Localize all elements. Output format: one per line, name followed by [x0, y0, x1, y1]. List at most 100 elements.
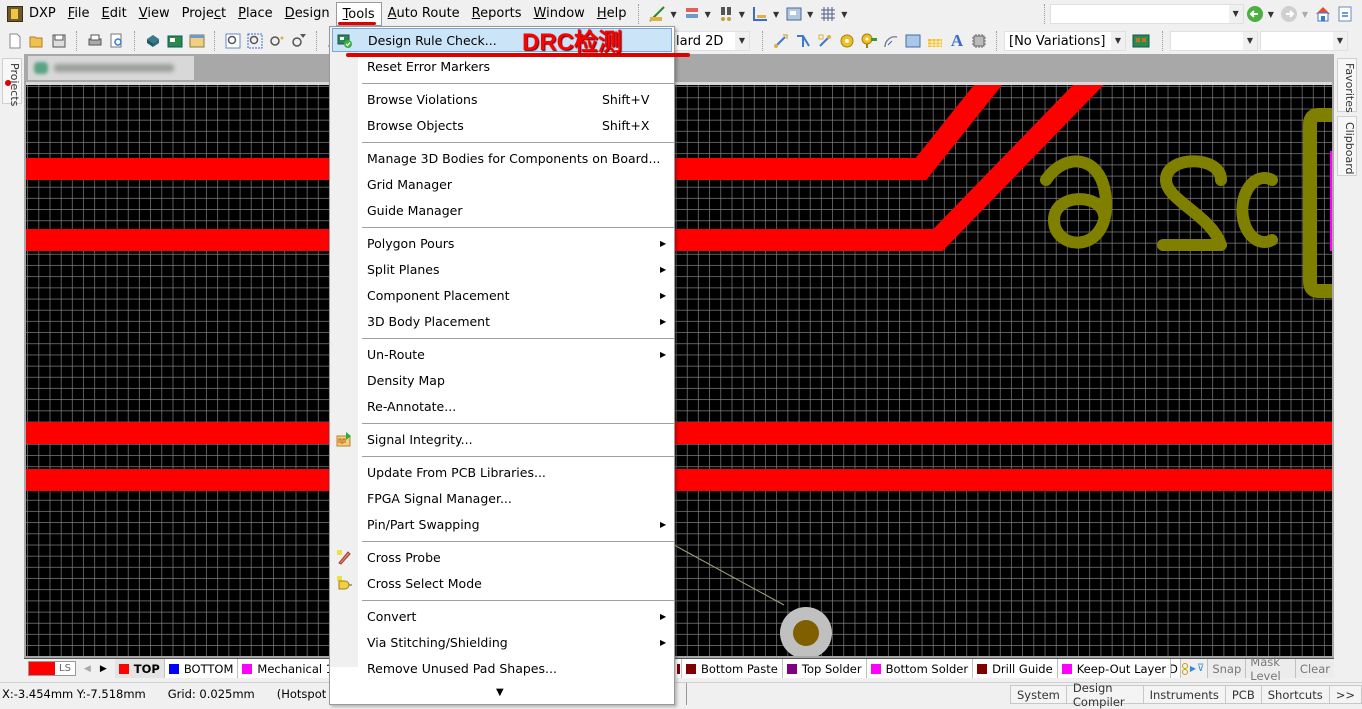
chevron-down-icon[interactable]: ▼ — [1228, 5, 1243, 23]
menu-item-update-from-pcb-libraries[interactable]: Update From PCB Libraries... — [332, 460, 672, 484]
pcb-canvas-svg[interactable] — [26, 85, 1332, 656]
panel-button-pcb[interactable]: PCB — [1224, 685, 1262, 704]
place-arc-icon[interactable] — [882, 32, 900, 50]
menu-item-component-placement[interactable]: Component Placement ▶ — [332, 283, 672, 307]
print-icon[interactable] — [86, 32, 104, 50]
menu-item-signal-integrity[interactable]: Signal Integrity... — [332, 427, 672, 451]
menu-edit[interactable]: Edit — [96, 2, 133, 26]
open-folder-icon[interactable] — [28, 32, 46, 50]
dropdown-arrow-icon[interactable]: ▼ — [807, 10, 813, 19]
place-fill-icon[interactable] — [904, 32, 922, 50]
dimension-tool-icon[interactable] — [751, 5, 769, 23]
layer-visibility-icon[interactable] — [1181, 662, 1189, 676]
menu-item-manage-3d-bodies-for-components-on-board[interactable]: Manage 3D Bodies for Components on Board… — [332, 146, 672, 170]
panel-button-more[interactable]: >> — [1328, 685, 1362, 704]
align-tool-icon[interactable] — [683, 5, 701, 23]
menu-item-split-planes[interactable]: Split Planes ▶ — [332, 257, 672, 281]
trace-top-4[interactable] — [26, 469, 1332, 491]
board-icon[interactable] — [166, 32, 184, 50]
mask-level-button[interactable]: Mask Level — [1245, 655, 1295, 683]
variant-manager-icon[interactable] — [1132, 32, 1150, 50]
variations-combo[interactable]: [No Variations] ▼ — [1004, 31, 1126, 51]
3d-view-icon[interactable] — [144, 32, 162, 50]
save-icon[interactable] — [50, 32, 68, 50]
layer-tab-bottom[interactable]: BOTTOM — [164, 659, 239, 678]
address-combo[interactable]: ▼ — [1049, 4, 1244, 24]
zoom-selected-icon[interactable] — [268, 32, 286, 50]
menu-view[interactable]: View — [133, 2, 176, 26]
menu-item-via-stitching-shielding[interactable]: Via Stitching/Shielding ▶ — [332, 630, 672, 654]
home-icon[interactable] — [1314, 5, 1332, 23]
menu-item-polygon-pours[interactable]: Polygon Pours ▶ — [332, 231, 672, 255]
layer-next-icon[interactable]: ▶ — [1190, 664, 1196, 673]
dropdown-arrow-icon[interactable]: ▼ — [705, 10, 711, 19]
dropdown-arrow-icon[interactable]: ▼ — [773, 10, 779, 19]
grid-tool-icon[interactable] — [819, 5, 837, 23]
place-via-icon[interactable] — [860, 32, 878, 50]
back-icon[interactable] — [1246, 5, 1264, 23]
menu-item-convert[interactable]: Convert ▶ — [332, 604, 672, 628]
forward-icon[interactable] — [1280, 5, 1298, 23]
pcb-canvas[interactable] — [26, 82, 1332, 656]
room-tool-icon[interactable] — [785, 5, 803, 23]
menu-reports[interactable]: Reports — [466, 2, 528, 26]
snap-button[interactable]: Snap — [1207, 659, 1246, 678]
layer-tab-mechanical-1[interactable]: Mechanical 1 — [238, 659, 339, 678]
menu-scroll-down-icon[interactable]: ▼ — [496, 687, 504, 698]
menu-item-cross-select-mode[interactable]: Cross Select Mode — [332, 571, 672, 595]
measure-tool-icon[interactable] — [648, 5, 666, 23]
menu-place[interactable]: Place — [232, 2, 279, 26]
menu-item-grid-manager[interactable]: Grid Manager — [332, 172, 672, 196]
place-string-icon[interactable]: A — [948, 31, 966, 50]
menu-file[interactable]: File — [62, 2, 96, 26]
chevron-down-icon[interactable]: ▼ — [1243, 32, 1257, 50]
dropdown-arrow-icon[interactable]: ▼ — [841, 10, 847, 19]
dropdown-arrow-icon[interactable]: ▼ — [739, 10, 745, 19]
layer-tab-keep-out-layer[interactable]: Keep-Out Layer — [1057, 659, 1172, 678]
menu-item-browse-violations[interactable]: Browse Violations Shift+V — [332, 87, 672, 111]
panel-button-system[interactable]: System — [1010, 685, 1067, 704]
zoom-area-icon[interactable] — [246, 32, 264, 50]
zoom-fit-icon[interactable] — [224, 32, 242, 50]
layer-tab-top[interactable]: TOP — [114, 659, 165, 678]
route-diff-pair-icon[interactable] — [816, 32, 834, 50]
menu-item-density-map[interactable]: Density Map — [332, 368, 672, 392]
menu-auto-route[interactable]: Auto Route — [382, 2, 466, 26]
menu-item-3d-body-placement[interactable]: 3D Body Placement ▶ — [332, 309, 672, 333]
menu-item-reset-error-markers[interactable]: Reset Error Markers — [332, 54, 672, 78]
layer-tab-drill-guide[interactable]: Drill Guide — [973, 659, 1058, 678]
dropdown-arrow-icon[interactable]: ▼ — [1302, 10, 1308, 19]
panel-button-shortcuts[interactable]: Shortcuts — [1260, 685, 1330, 704]
menu-item-guide-manager[interactable]: Guide Manager — [332, 198, 672, 222]
toolbar-combo-3[interactable]: ▼ — [1170, 31, 1258, 51]
current-layer-indicator[interactable]: LS — [28, 661, 76, 676]
menu-project[interactable]: Project — [176, 2, 233, 26]
find-component-icon[interactable] — [717, 5, 735, 23]
menu-item-remove-unused-pad-shapes[interactable]: Remove Unused Pad Shapes... — [332, 656, 672, 680]
layer-tab-bottom-paste[interactable]: Bottom Paste — [682, 659, 783, 678]
menu-item-fpga-signal-manager[interactable]: FPGA Signal Manager... — [332, 486, 672, 510]
place-component-icon[interactable] — [970, 32, 988, 50]
menu-item-re-annotate[interactable]: Re-Annotate... — [332, 394, 672, 418]
scroll-left-icon[interactable]: ◀ — [84, 664, 91, 674]
panel-button-design-compiler[interactable]: Design Compiler — [1065, 681, 1144, 709]
place-polygon-icon[interactable] — [926, 32, 944, 50]
clear-button[interactable]: Clear — [1294, 659, 1334, 678]
chevron-down-icon[interactable]: ▼ — [1333, 32, 1347, 50]
zoom-filter-icon[interactable] — [290, 32, 308, 50]
dropdown-arrow-icon[interactable]: ▼ — [1268, 10, 1274, 19]
toolbar-combo-4[interactable]: ▼ — [1260, 31, 1348, 51]
route-interactive-icon[interactable] — [772, 32, 790, 50]
menu-item-browse-objects[interactable]: Browse Objects Shift+X — [332, 113, 672, 137]
menu-item-cross-probe[interactable]: Cross Probe — [332, 545, 672, 569]
filter-icon[interactable]: ⊽ — [1197, 663, 1204, 674]
menu-item-pin-part-swapping[interactable]: Pin/Part Swapping ▶ — [332, 512, 672, 536]
window-icon[interactable] — [188, 32, 206, 50]
layer-tab-bottom-solder[interactable]: Bottom Solder — [866, 659, 974, 678]
scroll-right-icon[interactable]: ▶ — [100, 664, 107, 674]
panel-button-instruments[interactable]: Instruments — [1142, 685, 1226, 704]
menu-dxp[interactable]: DXP — [27, 2, 62, 26]
menu-design[interactable]: Design — [279, 2, 336, 26]
place-pad-icon[interactable] — [838, 32, 856, 50]
menu-item-un-route[interactable]: Un-Route ▶ — [332, 342, 672, 366]
